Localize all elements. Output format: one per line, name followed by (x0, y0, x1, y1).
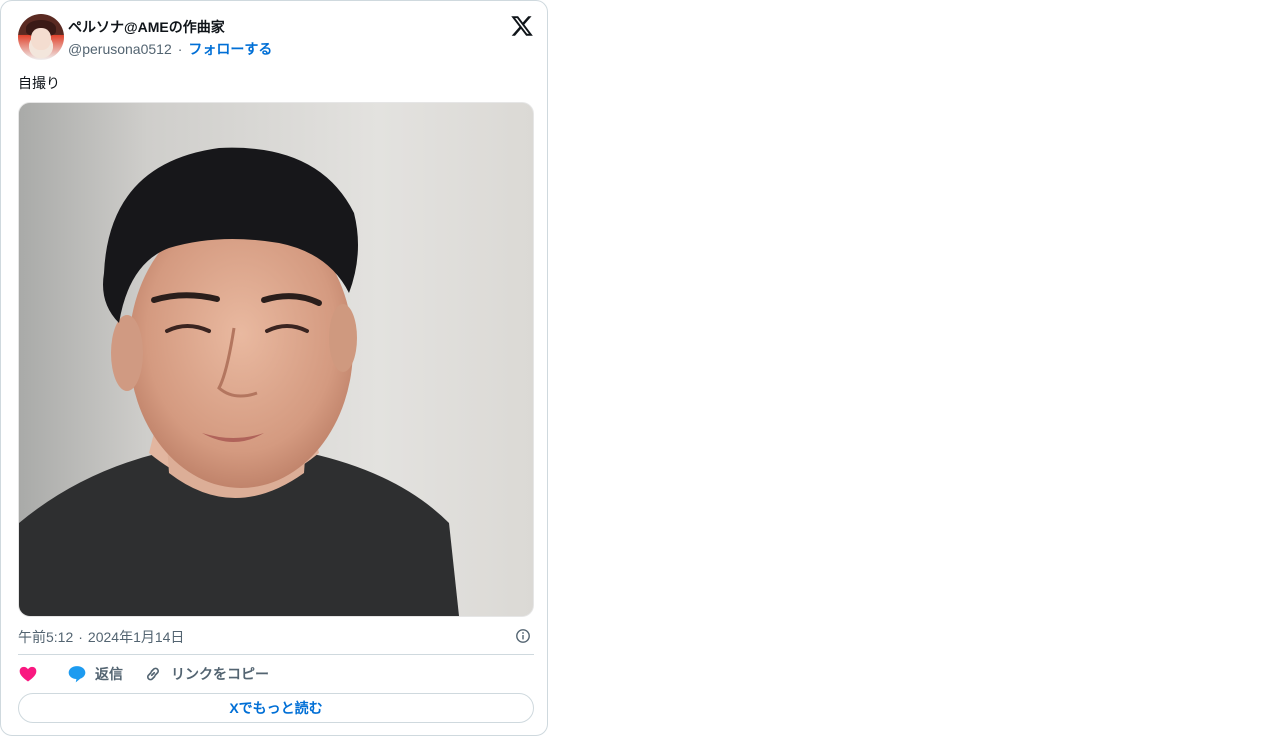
post-photo[interactable] (18, 102, 534, 617)
reply-button[interactable]: 返信 (67, 664, 123, 684)
speech-bubble-icon (68, 666, 86, 683)
copy-link-label: リンクをコピー (171, 666, 269, 682)
handle-separator: · (177, 41, 183, 57)
reply-label: 返信 (95, 666, 123, 682)
copy-link-button[interactable]: リンクをコピー (143, 664, 269, 684)
info-icon[interactable] (515, 628, 531, 644)
post-date: 2024年1月14日 (87, 629, 185, 645)
timestamp-separator: · (78, 629, 83, 645)
follow-link[interactable]: フォローする (188, 41, 272, 57)
display-name[interactable]: ペルソナ@AMEの作曲家 (68, 17, 225, 37)
post-text: 自撮り (18, 75, 60, 91)
divider (18, 654, 534, 655)
post-time: 午前5:12 (18, 629, 74, 645)
x-logo-icon[interactable] (510, 14, 534, 38)
read-more-button[interactable]: Xでもっと読む (18, 693, 534, 723)
link-icon (147, 667, 159, 681)
heart-icon (19, 666, 37, 682)
avatar[interactable] (18, 14, 64, 60)
avatar-face (31, 28, 51, 50)
action-bar: 返信 リンクをコピー (18, 662, 269, 686)
handle-row: @perusona0512 · フォローする (68, 39, 272, 59)
embedded-post-card: ペルソナ@AMEの作曲家 @perusona0512 · フォローする 自撮り (0, 0, 548, 736)
handle[interactable]: @perusona0512 (68, 41, 172, 57)
selfie-illustration (19, 103, 533, 616)
like-button[interactable] (18, 664, 67, 684)
post-timestamp[interactable]: 午前5:12 · 2024年1月14日 (18, 627, 184, 647)
